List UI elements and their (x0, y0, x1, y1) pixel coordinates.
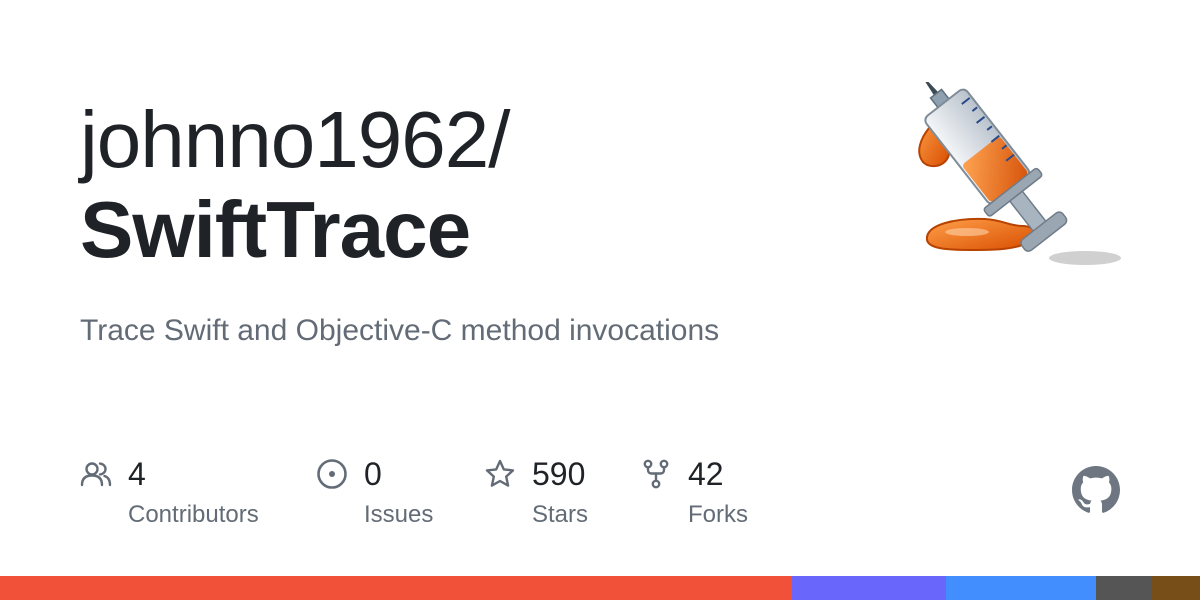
issues-label: Issues (364, 501, 434, 528)
repo-name[interactable]: SwiftTrace (80, 182, 471, 278)
language-bar-segment (792, 576, 946, 600)
forks-count: 42 (688, 456, 724, 492)
stars-count: 590 (532, 456, 586, 492)
repo-owner[interactable]: johnno1962/ (80, 92, 510, 188)
stars-label: Stars (532, 501, 589, 528)
language-bar-segment (945, 576, 1096, 600)
issues-count: 0 (364, 456, 382, 492)
syringe-logo (918, 82, 1121, 265)
language-bar (0, 576, 1200, 600)
repo-forked-icon (643, 459, 669, 489)
forks-label: Forks (688, 501, 748, 528)
language-bar-segment (1095, 576, 1151, 600)
contributors-label: Contributors (128, 501, 259, 528)
language-bar-segment (0, 576, 792, 600)
repo-description: Trace Swift and Objective-C method invoc… (80, 314, 720, 347)
issue-opened-icon (317, 459, 347, 489)
github-mark-icon[interactable] (1072, 466, 1120, 514)
contributors-count: 4 (128, 456, 146, 492)
people-icon (80, 462, 112, 487)
star-icon (485, 459, 515, 487)
language-bar-segment (1150, 576, 1200, 600)
